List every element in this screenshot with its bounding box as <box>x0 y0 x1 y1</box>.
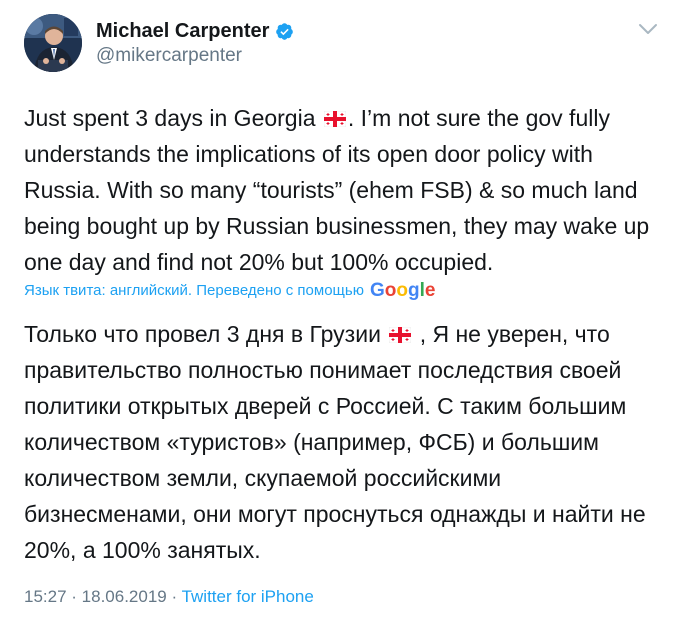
tweet-header: Michael Carpenter @mikercarpenter <box>24 11 294 75</box>
google-logo-letter: o <box>384 280 397 301</box>
tweet-text-line: Russia. With so many “tourists” (ehem FS… <box>24 177 638 203</box>
tweet-date[interactable]: 18.06.2019 <box>82 587 167 606</box>
tweet-text-line: understands the implications of its open… <box>24 141 593 167</box>
tweet-text-line: правительство полностью понимает последс… <box>24 357 622 383</box>
georgia-flag-icon <box>389 327 412 343</box>
tweet-text-translated: Только что провел 3 дня в Грузии , Я не … <box>24 316 664 568</box>
display-name[interactable]: Michael Carpenter <box>96 18 269 44</box>
google-logo-letter: g <box>407 280 420 301</box>
meta-separator: · <box>166 587 182 606</box>
tweet-text-line: количеством земли, скупаемой российскими <box>24 465 502 491</box>
avatar[interactable] <box>24 14 82 72</box>
tweet-text-line: Только что провел 3 дня в Грузии , Я не … <box>24 316 664 352</box>
tweet-text-line: one day and find not 20% but 100% occupi… <box>24 249 494 275</box>
google-logo-letter: G <box>369 280 385 301</box>
tweet-source-link[interactable]: Twitter for iPhone <box>182 587 314 606</box>
google-logo-letter: e <box>424 280 436 301</box>
tweet: Michael Carpenter @mikercarpenter Just s… <box>0 0 680 622</box>
tweet-text-line: Just spent 3 days in Georgia . I’m not s… <box>24 100 664 136</box>
tweet-time[interactable]: 15:27 <box>24 587 67 606</box>
tweet-text-line: being bought up by Russian businessmen, … <box>24 213 650 239</box>
text-segment: Только что провел 3 дня в Грузии <box>24 321 388 347</box>
author-names: Michael Carpenter @mikercarpenter <box>96 18 294 68</box>
verified-badge-icon <box>276 22 294 40</box>
tweet-meta: 15:27 · 18.06.2019 · Twitter for iPhone <box>24 585 314 609</box>
georgia-flag-icon <box>323 111 346 127</box>
tweet-text-line: политики открытых дверей с Россией. С та… <box>24 393 627 419</box>
text-segment: , Я не уверен, что <box>413 321 610 347</box>
tweet-text-line: количеством «туристов» (например, ФСБ) и… <box>24 429 599 455</box>
translation-note-text: Язык твита: английский. Переведено с пом… <box>24 282 364 299</box>
google-logo: Google <box>370 280 435 302</box>
tweet-text-original: Just spent 3 days in Georgia . I’m not s… <box>24 100 664 280</box>
chevron-down-icon[interactable] <box>638 22 658 36</box>
translation-attribution[interactable]: Язык твита: английский. Переведено с пом… <box>24 280 435 302</box>
meta-separator: · <box>66 587 82 606</box>
google-logo-letter: o <box>396 280 408 301</box>
tweet-text-line: 20%, а 100% занятых. <box>24 537 261 563</box>
handle[interactable]: @mikercarpenter <box>96 44 294 68</box>
display-name-row: Michael Carpenter <box>96 18 294 44</box>
text-segment: . I’m not sure the gov fully <box>347 105 610 131</box>
text-segment: Just spent 3 days in Georgia <box>24 105 322 131</box>
tweet-text-line: бизнесменами, они могут проснуться однаж… <box>24 501 646 527</box>
avatar-image <box>24 14 82 72</box>
